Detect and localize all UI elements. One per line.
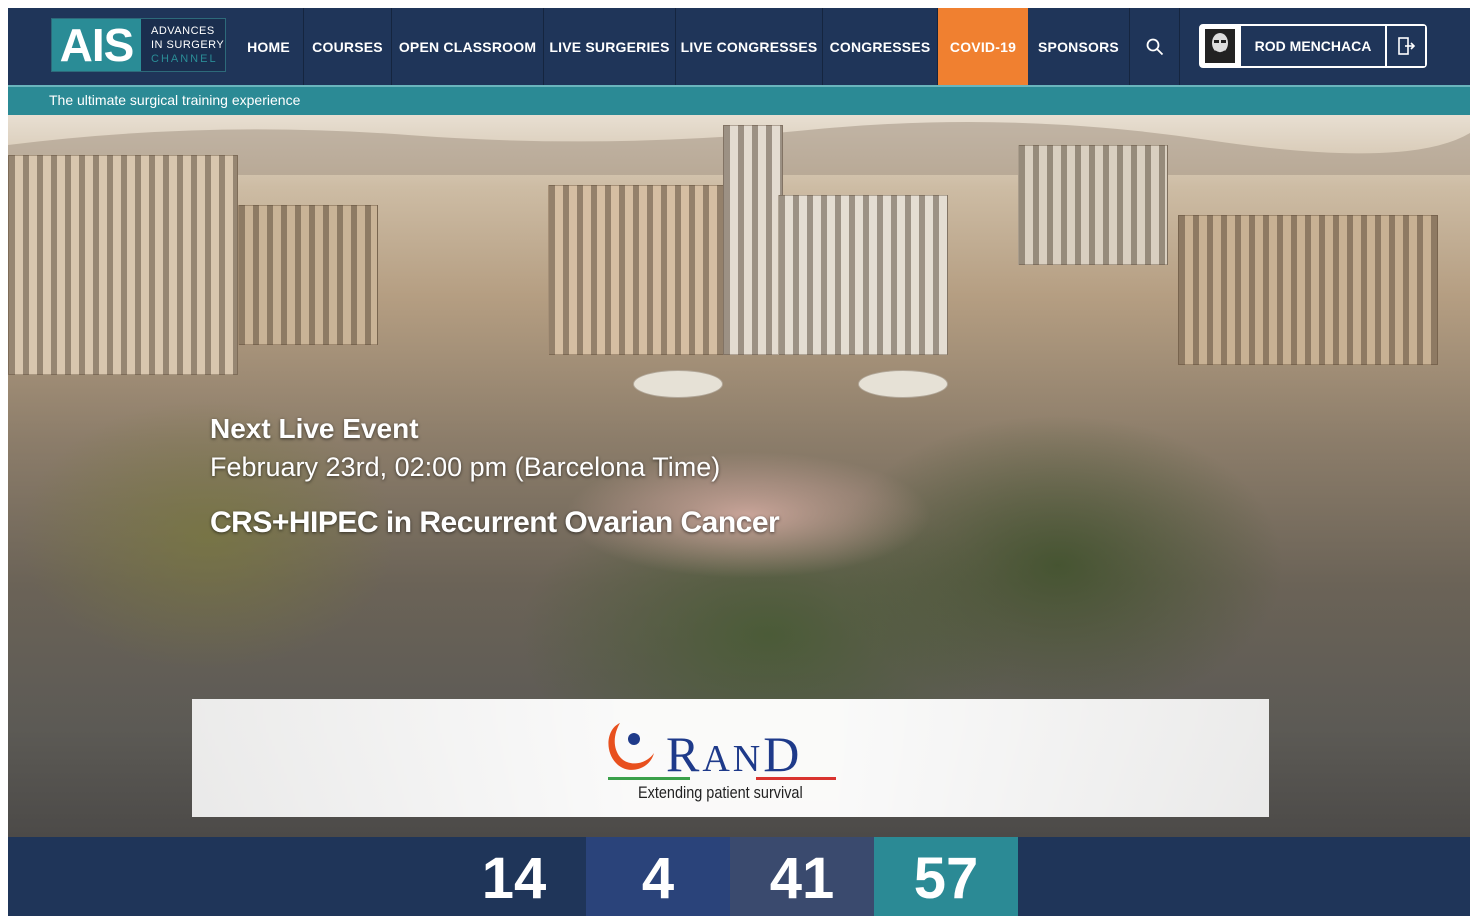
search-button[interactable]	[1130, 8, 1180, 85]
countdown-hours: 4	[586, 837, 730, 916]
nav-home[interactable]: HOME	[234, 8, 304, 85]
rand-line-green	[608, 777, 690, 780]
sponsor-banner[interactable]: RAND Extending patient survival	[192, 699, 1269, 817]
logout-icon	[1398, 37, 1416, 55]
site-tagline: The ultimate surgical training experienc…	[49, 92, 301, 108]
top-navigation: AIS ADVANCES IN SURGERY CHANNEL HOME COU…	[8, 8, 1470, 85]
next-event-title[interactable]: CRS+HIPEC in Recurrent Ovarian Cancer	[210, 506, 780, 540]
user-avatar-icon	[1201, 26, 1241, 66]
ais-logo[interactable]: AIS ADVANCES IN SURGERY CHANNEL	[51, 18, 226, 72]
hero-fountain	[858, 370, 948, 398]
hero-building	[1178, 215, 1438, 365]
logo-text: ADVANCES IN SURGERY CHANNEL	[141, 19, 225, 71]
search-icon	[1146, 38, 1163, 55]
hero-building	[778, 195, 948, 355]
nav-covid-19[interactable]: COVID-19	[938, 8, 1028, 85]
rand-logo: RAND Extending patient survival	[602, 709, 862, 809]
logout-button[interactable]	[1385, 26, 1425, 66]
next-event-date: February 23rd, 02:00 pm (Barcelona Time)	[210, 452, 721, 482]
countdown-seconds: 57	[874, 837, 1018, 916]
countdown-minutes: 41	[730, 837, 874, 916]
logo-line-2: IN SURGERY	[151, 39, 225, 51]
hero-building	[238, 205, 378, 345]
logo-line-3: CHANNEL	[151, 53, 218, 65]
user-account[interactable]: ROD MENCHACA	[1199, 24, 1427, 68]
hero-building	[548, 185, 728, 355]
nav-live-surgeries[interactable]: LIVE SURGERIES	[544, 8, 676, 85]
rand-line-red	[756, 777, 836, 780]
hero-building	[8, 155, 238, 375]
rand-swirl-icon	[608, 723, 654, 770]
rand-tagline: Extending patient survival	[638, 783, 803, 802]
logo-line-1: ADVANCES	[151, 25, 215, 37]
event-countdown: 14 4 41 57	[8, 837, 1470, 916]
hero-fountain	[633, 370, 723, 398]
next-event-heading: Next Live Event	[210, 413, 419, 444]
nav-sponsors[interactable]: SPONSORS	[1028, 8, 1130, 85]
page-frame: AIS ADVANCES IN SURGERY CHANNEL HOME COU…	[8, 8, 1470, 916]
nav-courses[interactable]: COURSES	[304, 8, 392, 85]
nav-congresses[interactable]: CONGRESSES	[823, 8, 938, 85]
hero-building	[1018, 145, 1168, 265]
countdown-days: 14	[442, 837, 586, 916]
logo-mark: AIS	[52, 19, 141, 71]
rand-wordmark: RAND	[666, 726, 803, 782]
nav-open-classroom[interactable]: OPEN CLASSROOM	[392, 8, 544, 85]
nav-live-congresses[interactable]: LIVE CONGRESSES	[676, 8, 823, 85]
tagline-bar: The ultimate surgical training experienc…	[8, 85, 1470, 115]
hero-banner: Next Live Event February 23rd, 02:00 pm …	[8, 115, 1470, 837]
user-name: ROD MENCHACA	[1241, 26, 1385, 66]
hero-building	[723, 125, 783, 355]
